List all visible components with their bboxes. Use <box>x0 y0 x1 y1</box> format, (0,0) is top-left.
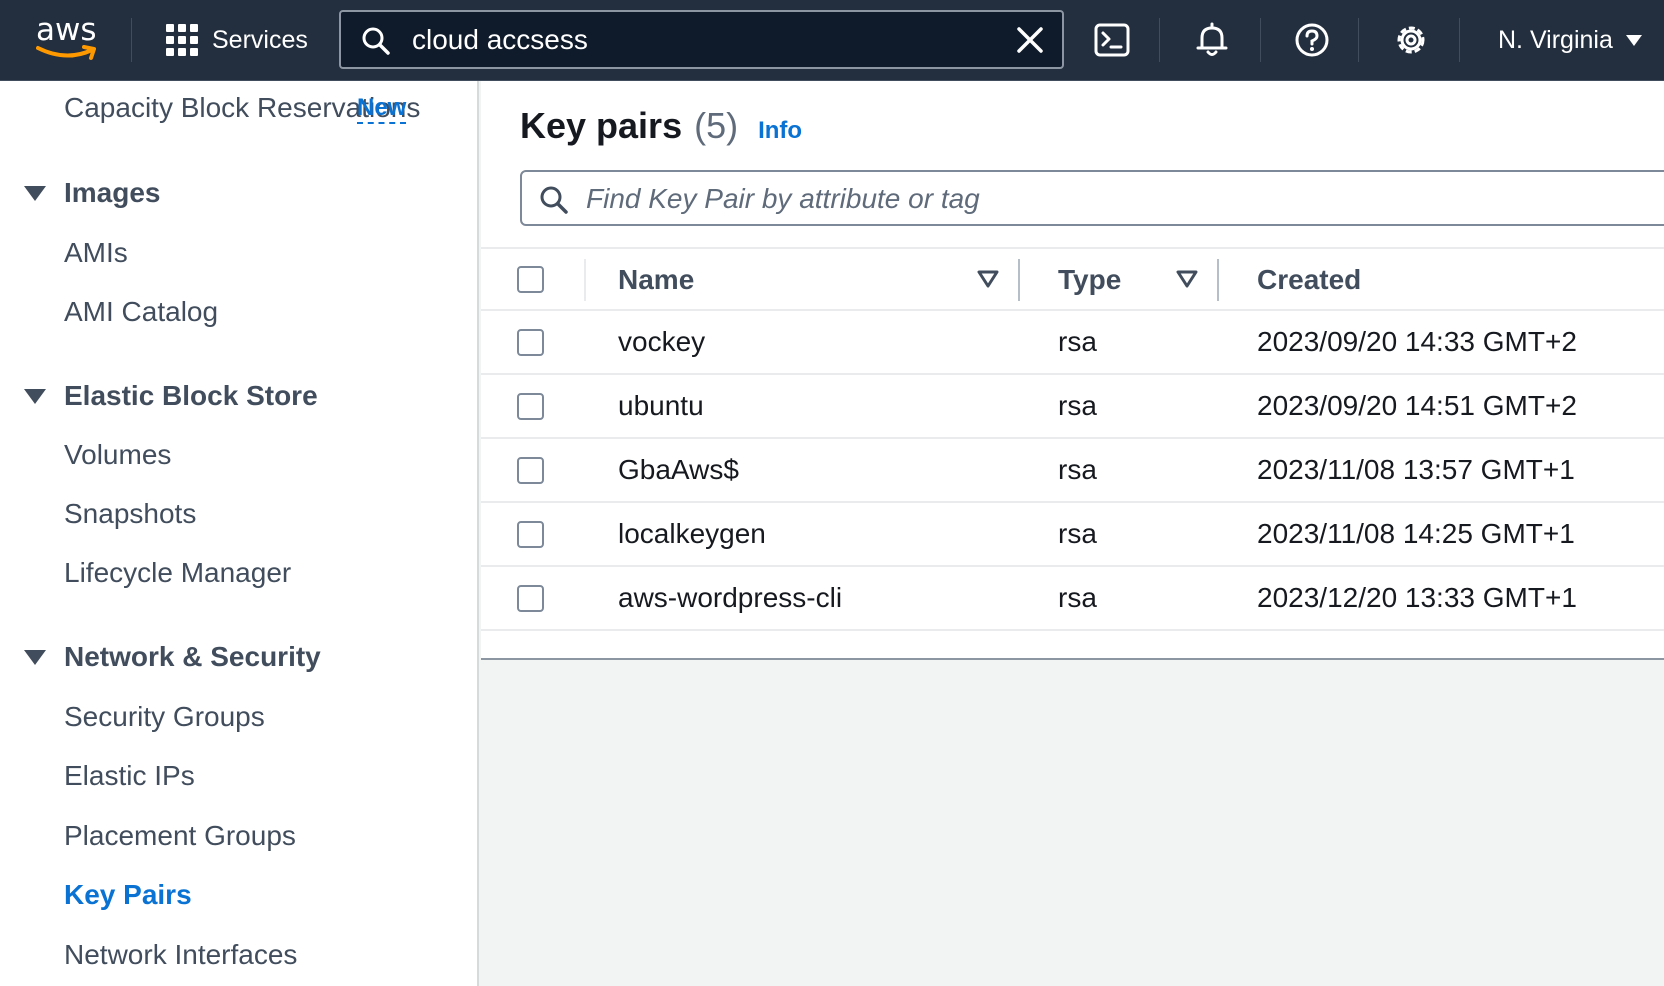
column-header-type[interactable]: Type <box>1058 263 1121 297</box>
cloudshell-icon[interactable] <box>1092 20 1132 60</box>
cell-name[interactable]: aws-wordpress-cli <box>618 581 842 615</box>
column-divider <box>584 259 586 301</box>
sidebar-item-placement-groups[interactable]: Placement Groups <box>64 819 296 853</box>
cell-created: 2023/11/08 14:25 GMT+1 <box>1257 518 1575 549</box>
main-content: Key pairs (5) Info Find Key Pair by attr… <box>481 81 1664 986</box>
row-checkbox[interactable] <box>517 521 544 548</box>
row-checkbox[interactable] <box>517 329 544 356</box>
sidebar-section-elastic-block-store[interactable]: Elastic Block Store <box>24 379 318 413</box>
expand-caret-icon <box>24 388 46 404</box>
key-pairs-table-container: Key pairs (5) Info Find Key Pair by attr… <box>481 81 1664 660</box>
expand-caret-icon <box>24 185 46 201</box>
gear-icon[interactable] <box>1391 20 1431 60</box>
search-icon <box>362 27 390 55</box>
sort-caret-icon[interactable] <box>1176 270 1198 288</box>
region-label: N. Virginia <box>1498 25 1613 54</box>
cell-created: 2023/11/08 13:57 GMT+1 <box>1257 454 1575 485</box>
sort-caret-icon[interactable] <box>977 270 999 288</box>
topbar-divider <box>1159 18 1160 62</box>
ec2-side-navigation: Capacity Block Reservations New Images A… <box>0 81 479 986</box>
sidebar-item-volumes[interactable]: Volumes <box>64 438 171 472</box>
sidebar-item-snapshots[interactable]: Snapshots <box>64 497 196 531</box>
services-menu-button[interactable]: Services <box>166 20 308 60</box>
expand-caret-icon <box>24 649 46 665</box>
sidebar-item-lifecycle-manager[interactable]: Lifecycle Manager <box>64 556 291 590</box>
section-title: Network & Security <box>64 641 321 672</box>
top-navigation-bar: aws Services cloud accsess N. Virginia <box>0 0 1664 81</box>
search-value: cloud accsess <box>412 24 588 55</box>
region-selector[interactable]: N. Virginia <box>1498 22 1643 58</box>
table-header: Name Type Created <box>481 249 1664 311</box>
topbar-divider <box>1358 18 1359 62</box>
grid-menu-icon <box>166 24 198 56</box>
cell-created: 2023/09/20 14:33 GMT+2 <box>1257 326 1577 357</box>
cell-name[interactable]: vockey <box>618 325 705 359</box>
section-title: Images <box>64 177 161 208</box>
column-resizer[interactable] <box>1217 259 1219 301</box>
global-search-input[interactable]: cloud accsess <box>339 10 1064 69</box>
table-row[interactable]: localkeygen rsa 2023/11/08 14:25 GMT+1 <box>481 503 1664 567</box>
page-title-text: Key pairs <box>520 105 683 146</box>
topbar-divider <box>1260 18 1261 62</box>
sidebar-item-ami-catalog[interactable]: AMI Catalog <box>64 295 218 329</box>
cell-type: rsa <box>1058 326 1097 357</box>
sidebar-section-images[interactable]: Images <box>24 176 161 210</box>
aws-smile-icon <box>36 45 96 60</box>
sidebar-item-amis[interactable]: AMIs <box>64 236 128 270</box>
bell-icon[interactable] <box>1192 20 1232 60</box>
cell-name[interactable]: localkeygen <box>618 517 766 551</box>
cell-type: rsa <box>1058 390 1097 421</box>
table-row[interactable]: GbaAws$ rsa 2023/11/08 13:57 GMT+1 <box>481 439 1664 503</box>
cell-type: rsa <box>1058 518 1097 549</box>
new-badge: New <box>357 94 407 124</box>
search-icon <box>540 186 568 214</box>
topbar-divider <box>1459 18 1460 62</box>
clear-search-icon[interactable] <box>1016 26 1044 54</box>
section-title: Elastic Block Store <box>64 380 318 411</box>
row-checkbox[interactable] <box>517 393 544 420</box>
cell-created: 2023/09/20 14:51 GMT+2 <box>1257 390 1577 421</box>
table-row[interactable]: aws-wordpress-cli rsa 2023/12/20 13:33 G… <box>481 567 1664 631</box>
aws-logo[interactable]: aws <box>36 14 102 64</box>
row-checkbox[interactable] <box>517 585 544 612</box>
cell-type: rsa <box>1058 454 1097 485</box>
page-title: Key pairs (5) Info <box>520 105 802 147</box>
sidebar-item-elastic-ips[interactable]: Elastic IPs <box>64 759 195 793</box>
caret-down-icon <box>1625 35 1642 46</box>
sidebar-item-key-pairs[interactable]: Key Pairs <box>64 878 192 912</box>
filter-input[interactable]: Find Key Pair by attribute or tag <box>520 170 1664 226</box>
table-row[interactable]: vockey rsa 2023/09/20 14:33 GMT+2 <box>481 311 1664 375</box>
info-link[interactable]: Info <box>758 117 802 145</box>
aws-logo-text: aws <box>36 12 97 48</box>
column-resizer[interactable] <box>1018 259 1020 301</box>
services-label: Services <box>212 25 308 54</box>
cell-created: 2023/12/20 13:33 GMT+1 <box>1257 582 1577 613</box>
help-icon[interactable] <box>1292 20 1332 60</box>
cell-type: rsa <box>1058 582 1097 613</box>
sidebar-item-security-groups[interactable]: Security Groups <box>64 700 265 734</box>
sidebar-item-network-interfaces[interactable]: Network Interfaces <box>64 938 297 972</box>
table-row[interactable]: ubuntu rsa 2023/09/20 14:51 GMT+2 <box>481 375 1664 439</box>
topbar-divider <box>131 18 132 62</box>
cell-name[interactable]: ubuntu <box>618 389 704 423</box>
filter-placeholder: Find Key Pair by attribute or tag <box>586 183 980 214</box>
column-header-name[interactable]: Name <box>618 263 694 297</box>
row-checkbox[interactable] <box>517 457 544 484</box>
select-all-checkbox[interactable] <box>517 266 544 293</box>
sidebar-section-network-security[interactable]: Network & Security <box>24 640 321 674</box>
column-header-created[interactable]: Created <box>1257 263 1361 297</box>
item-count: (5) <box>694 105 739 146</box>
cell-name[interactable]: GbaAws$ <box>618 453 739 487</box>
